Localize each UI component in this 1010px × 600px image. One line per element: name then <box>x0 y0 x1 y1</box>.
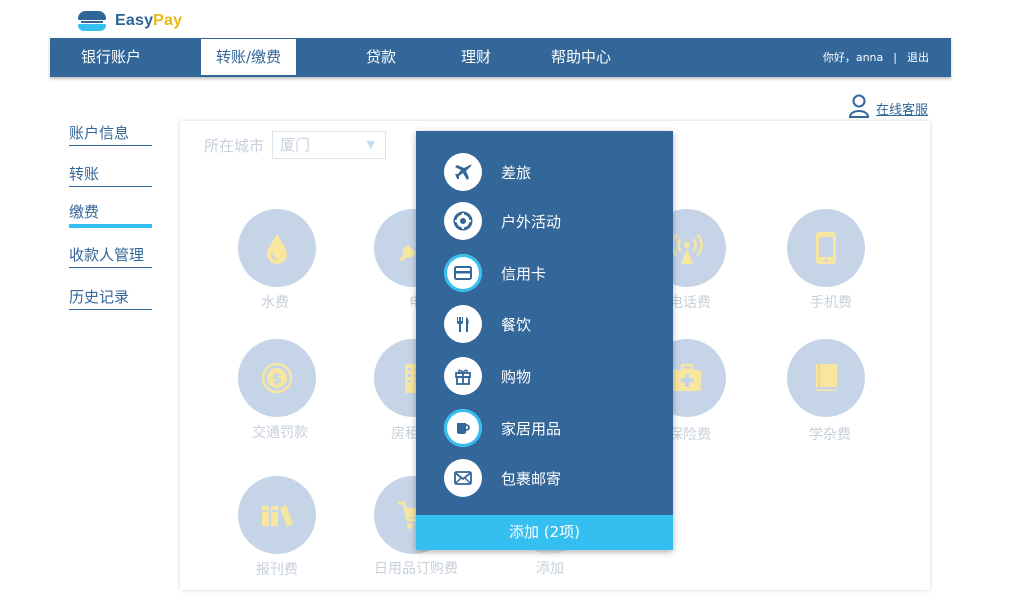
gift-icon <box>455 369 471 385</box>
dropdown-item-label: 信用卡 <box>501 264 547 283</box>
bill-water[interactable] <box>238 209 316 287</box>
logo-text-pay: Pay <box>153 12 183 29</box>
sidebar-item-account-info[interactable]: 账户信息 <box>69 122 152 146</box>
user-greeting: 你好，anna <box>822 51 884 64</box>
bill-label: 添加 <box>536 561 564 577</box>
bill-label: 手机费 <box>810 295 852 311</box>
water-drop-icon <box>267 234 287 264</box>
dropdown-checkbox[interactable] <box>444 202 482 240</box>
dropdown-item-label: 户外活动 <box>501 212 562 231</box>
bill-label: 日用品订购费 <box>374 561 458 577</box>
dropdown-item-label: 购物 <box>501 367 532 386</box>
dropdown-checkbox[interactable] <box>444 305 482 343</box>
logout-link[interactable]: 退出 <box>907 51 929 64</box>
bill-tuition[interactable] <box>787 339 865 417</box>
dropdown-checkbox[interactable] <box>444 153 482 191</box>
dollar-coin-icon: $ <box>261 362 293 394</box>
mobile-phone-icon <box>816 232 836 264</box>
svg-text:$: $ <box>272 370 282 388</box>
dropdown-item-label: 包裹邮寄 <box>501 469 562 488</box>
bill-traffic-fine[interactable]: $ <box>238 339 316 417</box>
dropdown-item-travel[interactable]: 差旅 <box>444 153 531 191</box>
books-icon <box>262 505 293 527</box>
nav-help-center[interactable]: 帮助中心 <box>551 38 611 77</box>
user-area: 你好，anna | 退出 <box>823 38 929 77</box>
medical-kit-icon <box>673 363 701 391</box>
person-icon <box>848 94 870 118</box>
nav-transfer-payment[interactable]: 转账/缴费 <box>201 39 296 75</box>
envelope-icon <box>454 471 472 485</box>
fork-knife-icon <box>457 317 469 332</box>
lifebuoy-icon <box>453 211 473 231</box>
bill-label: 报刊费 <box>256 562 298 578</box>
dropdown-item-label: 餐饮 <box>501 315 532 334</box>
dropdown-checkbox[interactable] <box>444 254 482 292</box>
signal-tower-icon <box>671 234 703 264</box>
book-icon <box>816 364 837 391</box>
dropdown-checkbox[interactable] <box>444 357 482 395</box>
add-selected-button[interactable]: 添加 (2项) <box>416 515 673 550</box>
logo-mark-icon <box>78 11 106 31</box>
logo-text-easy: Easy <box>115 12 154 29</box>
online-service-link[interactable]: 在线客服 <box>848 94 928 118</box>
online-service-label: 在线客服 <box>876 103 929 118</box>
airplane-icon <box>455 164 472 180</box>
dropdown-item-parcel[interactable]: 包裹邮寄 <box>444 459 561 497</box>
brand-logo[interactable]: EasyPay <box>78 10 182 32</box>
sidebar-item-transfer[interactable]: 转账 <box>69 163 152 187</box>
city-select[interactable]: 厦门 ▼ <box>272 131 386 159</box>
nav-wealth[interactable]: 理财 <box>461 38 491 77</box>
bill-label: 交通罚款 <box>252 425 308 441</box>
bill-mobile[interactable] <box>787 209 865 287</box>
category-dropdown: 差旅 户外活动 信用卡 餐饮 购物 家居用品 包裹邮寄 添加 (2项) <box>416 131 673 550</box>
dropdown-item-label: 家居用品 <box>501 419 562 438</box>
cup-icon <box>457 423 470 434</box>
nav-separator: | <box>893 51 897 64</box>
logo-text: EasyPay <box>115 12 182 30</box>
credit-card-icon <box>454 266 472 280</box>
bill-newspaper[interactable] <box>238 476 316 554</box>
main-nav: 银行账户 转账/缴费 贷款 理财 帮助中心 你好，anna | 退出 <box>50 38 951 77</box>
dropdown-item-outdoor[interactable]: 户外活动 <box>444 202 561 240</box>
dropdown-item-credit-card[interactable]: 信用卡 <box>444 254 546 292</box>
dropdown-item-shopping[interactable]: 购物 <box>444 357 531 395</box>
bill-label: 水费 <box>261 295 289 311</box>
dropdown-item-label: 差旅 <box>501 163 532 182</box>
dropdown-checkbox[interactable] <box>444 409 482 447</box>
dropdown-item-dining[interactable]: 餐饮 <box>444 305 531 343</box>
bill-label: 学杂费 <box>809 427 851 443</box>
nav-loan[interactable]: 贷款 <box>366 38 396 77</box>
dropdown-checkbox[interactable] <box>444 459 482 497</box>
chevron-down-icon: ▼ <box>366 138 375 151</box>
sidebar-item-payee-management[interactable]: 收款人管理 <box>69 244 152 268</box>
sidebar-item-payment[interactable]: 缴费 <box>69 201 152 228</box>
nav-bank-account[interactable]: 银行账户 <box>81 38 141 77</box>
dropdown-item-home-goods[interactable]: 家居用品 <box>444 409 561 447</box>
city-select-value: 厦门 <box>280 136 311 154</box>
city-label: 所在城市 <box>204 137 265 155</box>
sidebar-item-history[interactable]: 历史记录 <box>69 286 152 310</box>
